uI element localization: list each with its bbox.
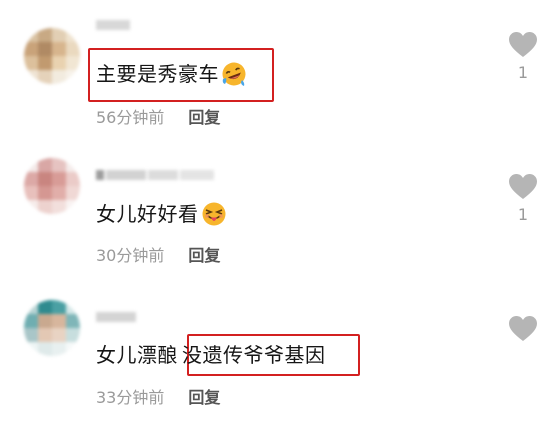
avatar[interactable]: [24, 28, 80, 84]
like-button[interactable]: 1: [508, 174, 538, 224]
comment-text-plain: 女儿漂酿: [96, 343, 178, 367]
comment-time: 56分钟前: [96, 108, 165, 127]
comment-time: 33分钟前: [96, 388, 165, 407]
comment-meta: 30分钟前 回复: [96, 242, 220, 266]
tongue-wink-emoji: [202, 202, 225, 226]
comment-meta: 33分钟前 回复: [96, 384, 220, 408]
reply-button[interactable]: 回复: [188, 388, 220, 407]
comment-text-highlighted: 主要是秀豪车: [96, 62, 219, 86]
reply-button[interactable]: 回复: [188, 108, 220, 127]
like-button[interactable]: [508, 316, 538, 348]
like-count: 1: [517, 205, 529, 224]
like-count: 1: [517, 63, 529, 82]
comment-text-highlighted: 没遗传爷爷基因: [182, 343, 326, 367]
heart-icon[interactable]: [509, 316, 537, 342]
comment-time: 30分钟前: [96, 246, 165, 265]
comment-text-plain: 女儿好好看: [96, 202, 199, 226]
comment-text: 女儿漂酿 没遗传爷爷基因: [96, 337, 326, 373]
comment-item: 女儿好好看 30分钟前 回复 1: [0, 142, 556, 280]
username[interactable]: [96, 312, 138, 324]
comment-item: 女儿漂酿 没遗传爷爷基因 33分钟前 回复: [0, 284, 556, 422]
comment-item: 主要是秀豪车 56分钟前 回复 1: [0, 0, 556, 138]
heart-icon[interactable]: [509, 32, 537, 58]
comment-text: 主要是秀豪车: [96, 56, 247, 92]
comment-text: 女儿好好看: [96, 196, 227, 232]
avatar[interactable]: [24, 300, 80, 356]
heart-icon[interactable]: [509, 174, 537, 200]
username[interactable]: [96, 170, 216, 182]
username[interactable]: [96, 20, 132, 32]
reply-button[interactable]: 回复: [188, 246, 220, 265]
avatar[interactable]: [24, 158, 80, 214]
like-button[interactable]: 1: [508, 32, 538, 82]
rolling-laughing-emoji: [222, 62, 246, 86]
comment-meta: 56分钟前 回复: [96, 104, 220, 128]
